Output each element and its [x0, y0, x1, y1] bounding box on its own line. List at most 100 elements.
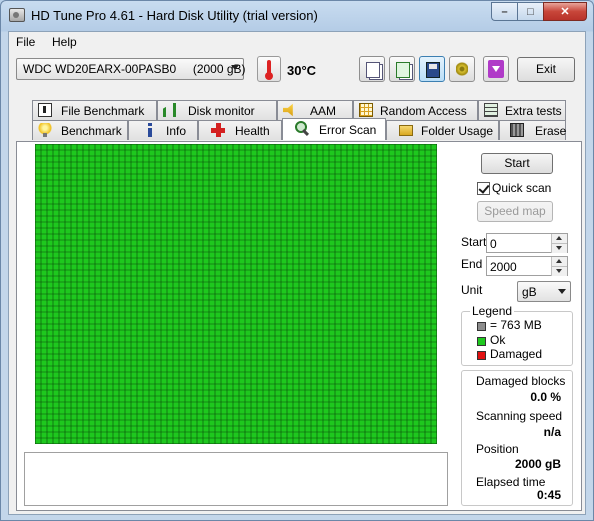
elapsed-time-value: 0:45: [536, 488, 561, 502]
tab-info[interactable]: Info: [128, 120, 198, 140]
tab-label: Erase: [535, 124, 567, 138]
client-area: File Help WDC WD20EARX-00PASB0 (2000 gB)…: [8, 31, 586, 515]
title-bar[interactable]: HD Tune Pro 4.61 - Hard Disk Utility (tr…: [1, 1, 593, 31]
legend-title: Legend: [470, 304, 515, 318]
menu-help[interactable]: Help: [52, 35, 77, 49]
drive-select[interactable]: WDC WD20EARX-00PASB0 (2000 gB): [16, 58, 246, 80]
drive-select-value: WDC WD20EARX-00PASB0 (2000 gB): [23, 62, 246, 76]
maximize-icon: □: [527, 5, 534, 18]
tab-random-access[interactable]: Random Access: [353, 100, 478, 120]
tab-label: Health: [235, 124, 270, 138]
tab-disk-monitor[interactable]: Disk monitor: [157, 100, 277, 120]
magnifier-icon: [295, 121, 309, 135]
block-map: [35, 144, 437, 444]
quick-scan-label: Quick scan: [492, 181, 552, 195]
cross-icon: [211, 123, 225, 137]
folder-icon: [399, 125, 413, 136]
tab-error-scan[interactable]: Error Scan: [282, 118, 386, 140]
scanning-speed-label: Scanning speed: [476, 409, 563, 423]
copy-text-button[interactable]: [359, 56, 385, 82]
document-icon: [38, 103, 52, 117]
close-button[interactable]: ✕: [543, 2, 587, 21]
save-icon: [426, 62, 440, 78]
exit-button[interactable]: Exit: [517, 57, 575, 82]
tab-label: Extra tests: [505, 104, 562, 118]
table-icon: [484, 103, 498, 117]
grid-icon: [359, 103, 373, 117]
spin-down-icon[interactable]: [551, 243, 567, 253]
info-icon: [143, 123, 157, 137]
save-button[interactable]: [419, 56, 445, 82]
tab-label: Info: [166, 124, 187, 138]
tab-benchmark[interactable]: Benchmark: [32, 120, 128, 140]
gear-icon: [456, 62, 468, 76]
hard-disk-icon: [9, 8, 25, 22]
legend-damaged: Damaged: [490, 347, 543, 361]
trash-icon: [510, 123, 524, 137]
caption-buttons: – □ ✕: [491, 2, 587, 21]
temperature-readout: 30°C: [287, 63, 317, 78]
scanning-speed-value: n/a: [543, 425, 561, 439]
tab-extra-tests[interactable]: Extra tests: [478, 100, 566, 120]
start-spinner-value: 0: [490, 237, 497, 251]
close-icon: ✕: [560, 6, 570, 18]
maximize-button[interactable]: □: [517, 2, 543, 21]
speed-map-button[interactable]: Speed map: [477, 201, 553, 222]
quick-scan-checkbox[interactable]: [477, 182, 490, 195]
damaged-blocks-label: Damaged blocks: [476, 374, 566, 388]
tab-label: Benchmark: [61, 124, 122, 138]
end-field-label: End: [461, 257, 483, 271]
legend-block-size: = 763 MB: [490, 318, 542, 332]
spin-down-icon[interactable]: [551, 266, 567, 276]
start-field-label: Start: [461, 235, 487, 249]
legend-box: Legend = 763 MB Ok Damaged: [461, 304, 573, 366]
chevron-down-icon: [231, 65, 239, 70]
damaged-swatch: [477, 351, 486, 360]
spin-up-icon[interactable]: [551, 234, 567, 243]
bar-chart-icon: [163, 103, 176, 117]
spin-up-icon[interactable]: [551, 257, 567, 266]
tab-health[interactable]: Health: [198, 120, 282, 140]
download-icon: [488, 60, 504, 78]
menu-file[interactable]: File: [16, 35, 35, 49]
tab-folder-usage[interactable]: Folder Usage: [386, 120, 499, 140]
ok-swatch: [477, 337, 486, 346]
thermometer-icon: [257, 56, 281, 82]
legend-ok: Ok: [490, 333, 506, 347]
menu-bar: File Help: [9, 32, 585, 52]
tab-label: Random Access: [380, 104, 467, 118]
download-button[interactable]: [483, 56, 509, 82]
unit-select[interactable]: gB: [517, 281, 571, 302]
damaged-blocks-value: 0.0 %: [530, 390, 561, 404]
elapsed-time-label: Elapsed time: [476, 475, 546, 489]
copy-screenshot-button[interactable]: [389, 56, 415, 82]
tab-label: Disk monitor: [188, 104, 255, 118]
copy-icon: [366, 62, 380, 78]
window-title: HD Tune Pro 4.61 - Hard Disk Utility (tr…: [31, 8, 318, 23]
tab-label: AAM: [310, 104, 337, 118]
tab-label: Folder Usage: [421, 124, 494, 138]
start-scan-button[interactable]: Start: [481, 153, 553, 174]
lightbulb-icon: [38, 123, 52, 137]
tab-label: Error Scan: [319, 123, 377, 137]
chevron-down-icon: [558, 289, 566, 294]
position-label: Position: [476, 442, 519, 456]
tab-file-benchmark[interactable]: File Benchmark: [32, 100, 157, 120]
unit-select-value: gB: [522, 285, 537, 299]
end-spinner[interactable]: 2000: [486, 256, 568, 276]
tab-erase[interactable]: Erase: [499, 120, 566, 140]
copy-image-icon: [396, 62, 410, 78]
block-size-swatch: [477, 322, 486, 331]
end-spinner-value: 2000: [490, 260, 517, 274]
minimize-icon: –: [501, 5, 508, 18]
log-area: [24, 452, 448, 506]
start-spinner[interactable]: 0: [486, 233, 568, 253]
unit-label: Unit: [461, 283, 483, 297]
position-value: 2000 gB: [514, 457, 561, 471]
app-window: HD Tune Pro 4.61 - Hard Disk Utility (tr…: [0, 0, 594, 521]
options-button[interactable]: [449, 56, 475, 82]
tab-aam[interactable]: AAM: [277, 100, 353, 120]
minimize-button[interactable]: –: [491, 2, 517, 21]
tab-label: File Benchmark: [61, 104, 145, 118]
speaker-icon: [283, 103, 293, 117]
